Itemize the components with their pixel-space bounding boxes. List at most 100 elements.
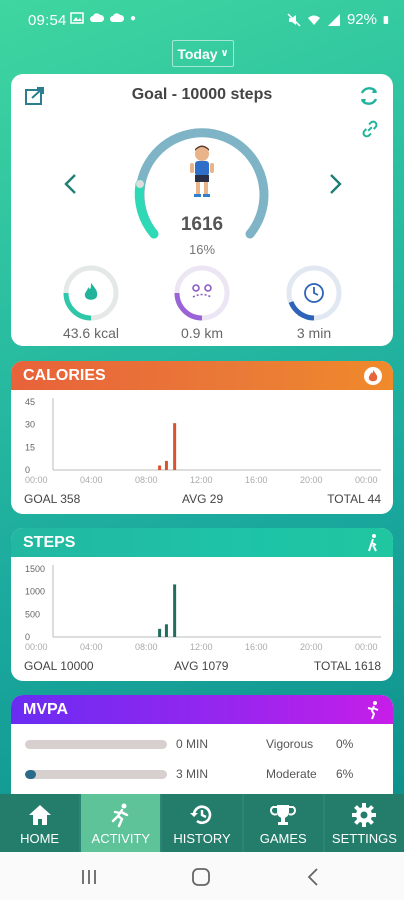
x-tick-label: 20:00 <box>300 475 323 485</box>
notification-icons: ● <box>70 11 136 25</box>
chevron-down-icon: ∨ <box>220 48 229 59</box>
distance-stat[interactable]: 0.9 km <box>157 264 247 341</box>
x-tick-label: 08:00 <box>135 475 158 485</box>
cloud-icon <box>110 13 124 22</box>
chart-bar <box>164 460 168 470</box>
system-nav-bar <box>0 852 404 900</box>
chevron-right-icon[interactable] <box>325 172 345 196</box>
mvpa-header: MVPA <box>11 695 393 724</box>
time-ring <box>286 265 342 321</box>
goal-card: Goal - 10000 steps 1616 16% 43.6 kcal 0.… <box>11 74 393 346</box>
nav-home[interactable]: HOME <box>0 794 82 852</box>
battery-text: 92% <box>346 11 377 28</box>
calories-stat[interactable]: 43.6 kcal <box>46 264 136 341</box>
x-tick-label: 12:00 <box>190 475 213 485</box>
calories-card[interactable]: CALORIES 45 30 15 0 00:00 04:00 08:00 12:00 16:0… <box>11 361 393 514</box>
runner-avatar <box>190 145 214 197</box>
y-tick-label: 1500 <box>25 564 45 574</box>
vigorous-progress-bar <box>25 740 167 749</box>
calories-avg: AVG 29 <box>182 492 224 506</box>
goal-title: Goal - 10000 steps <box>131 86 273 103</box>
moderate-minutes: 3 MIN <box>176 767 209 781</box>
running-person-icon <box>111 803 128 827</box>
image-icon <box>70 12 84 24</box>
mute-icon <box>287 12 301 27</box>
bottom-nav: HOME ACTIVITY HISTORY GAMES SETTINGS <box>0 794 404 852</box>
mvpa-row-moderate: 3 MIN Moderate 6% <box>11 765 393 785</box>
history-icon <box>190 805 212 824</box>
flame-icon <box>364 367 382 385</box>
nav-activity[interactable]: ACTIVITY <box>81 794 163 852</box>
x-tick-label: 20:00 <box>300 642 323 652</box>
x-tick-label: 16:00 <box>245 475 268 485</box>
nav-settings[interactable]: SETTINGS <box>324 794 404 852</box>
steps-card[interactable]: STEPS 1500 1000 500 0 00:00 04:00 08:00 12:00 16… <box>11 528 393 681</box>
y-tick-label: 45 <box>25 397 35 407</box>
y-tick-label: 30 <box>25 420 35 430</box>
y-tick-label: 0 <box>25 465 30 475</box>
x-tick-label: 16:00 <box>245 642 268 652</box>
back-icon[interactable] <box>302 866 326 888</box>
walking-person-icon <box>368 534 377 552</box>
nav-games[interactable]: GAMES <box>243 794 325 852</box>
steps-title: STEPS <box>23 533 76 551</box>
home-icon <box>28 804 51 825</box>
nav-home-label: HOME <box>20 830 60 846</box>
steps-total: TOTAL 1618 <box>313 659 381 673</box>
recent-apps-icon[interactable] <box>77 866 101 888</box>
distance-value: 0.9 km <box>180 325 223 341</box>
x-tick-label: 00:00 <box>25 642 48 652</box>
chart-bar <box>158 628 162 637</box>
trophy-icon <box>270 804 297 825</box>
vigorous-minutes: 0 MIN <box>176 737 209 751</box>
chart-bar <box>173 423 177 470</box>
steps-avg: AVG 1079 <box>174 659 229 673</box>
steps-progress-percent: 16% <box>188 242 216 257</box>
gear-icon <box>352 802 377 827</box>
vigorous-percent: 0% <box>336 737 354 751</box>
flame-icon <box>84 283 98 300</box>
distance-ring <box>174 265 230 321</box>
nav-activity-label: ACTIVITY <box>91 830 151 846</box>
y-tick-label: 0 <box>25 632 30 642</box>
moderate-label: Moderate <box>266 767 317 781</box>
steps-count: 1616 <box>180 214 224 235</box>
battery-icon <box>383 15 389 24</box>
chevron-left-icon[interactable] <box>61 172 81 196</box>
period-label: Today <box>177 45 218 62</box>
mvpa-title: MVPA <box>23 700 69 718</box>
moderate-progress-fill <box>25 770 37 779</box>
x-tick-label: 12:00 <box>190 642 213 652</box>
calories-chart: 453015000:00 04:00 08:00 12:00 16:00 20:00 00:… <box>25 397 381 485</box>
wifi-icon <box>307 15 320 25</box>
dot-icon: ● <box>130 12 137 24</box>
vigorous-label: Vigorous <box>266 737 314 751</box>
chart-bar <box>158 465 162 470</box>
x-tick-label: 00:00 <box>355 642 378 652</box>
system-status-icons: 92% <box>287 11 392 28</box>
x-tick-label: 00:00 <box>355 475 378 485</box>
calories-title: CALORIES <box>23 366 106 384</box>
active-time-stat[interactable]: 3 min <box>269 264 359 341</box>
clock-icon <box>304 283 324 303</box>
home-button-icon[interactable] <box>189 866 213 888</box>
signal-icon <box>327 13 340 26</box>
moderate-percent: 6% <box>336 767 354 781</box>
refresh-icon[interactable] <box>357 84 381 108</box>
nav-history-label: HISTORY <box>173 830 231 846</box>
calories-header: CALORIES <box>11 361 393 390</box>
link-icon[interactable] <box>359 118 381 140</box>
steps-goal: GOAL 10000 <box>24 659 94 673</box>
map-route-icon <box>192 284 212 298</box>
y-tick-label: 1000 <box>25 587 45 597</box>
y-tick-label: 500 <box>25 609 40 619</box>
steps-header: STEPS <box>11 528 393 557</box>
mvpa-card[interactable]: MVPA 0 MIN Vigorous 0% 3 MIN Moderate 6% <box>11 695 393 805</box>
chart-bar <box>164 624 168 637</box>
period-selector[interactable]: Today ∨ <box>172 40 234 67</box>
x-tick-label: 04:00 <box>80 642 103 652</box>
x-tick-label: 00:00 <box>25 475 48 485</box>
nav-history[interactable]: HISTORY <box>162 794 244 852</box>
nav-settings-label: SETTINGS <box>331 830 397 846</box>
cloud-icon <box>90 13 104 22</box>
